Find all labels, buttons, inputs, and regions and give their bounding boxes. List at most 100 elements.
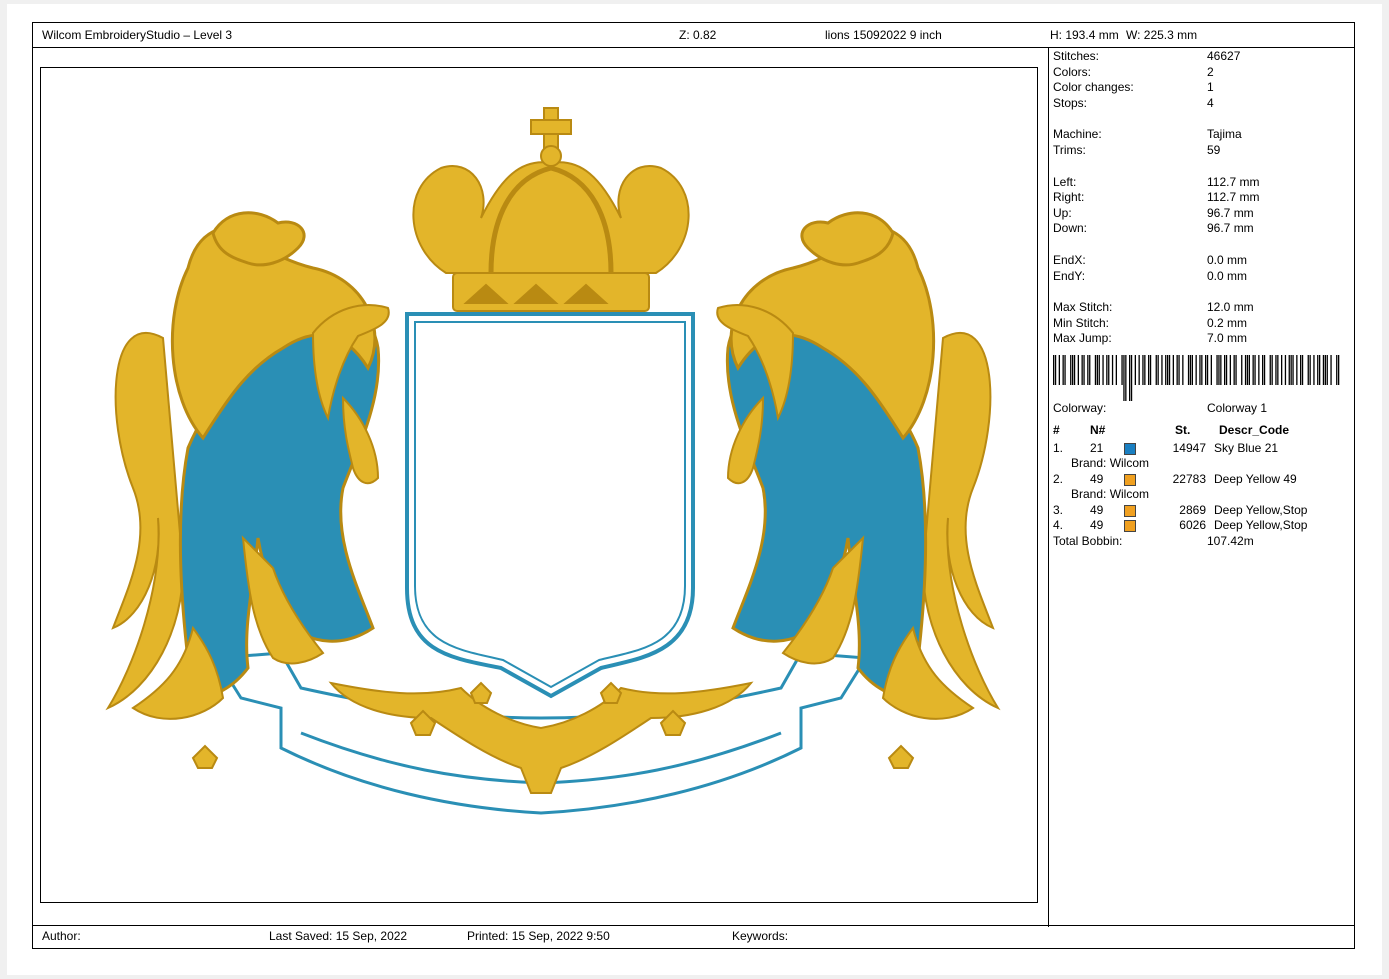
stat-label: Machine: xyxy=(1053,127,1102,142)
color-swatch xyxy=(1124,504,1136,517)
stat-row: Color changes: 1 xyxy=(1053,80,1353,96)
stat-value: 7.0 mm xyxy=(1207,331,1248,346)
stat-row: Min Stitch: 0.2 mm xyxy=(1053,316,1353,332)
stat-label: Trims: xyxy=(1053,142,1086,157)
report-footer: Author: Last Saved: 15 Sep, 2022 Printed… xyxy=(33,925,1354,948)
color-description: Deep Yellow 49 xyxy=(1214,471,1297,486)
stat-label: EndX: xyxy=(1053,252,1086,267)
author-field: Author: xyxy=(42,929,81,943)
stitch-count: 2869 xyxy=(1179,502,1206,517)
stat-value: 96.7 mm xyxy=(1207,221,1254,236)
stat-value: 112.7 mm xyxy=(1207,174,1260,189)
stat-row: Right: 112.7 mm xyxy=(1053,190,1353,206)
color-swatch xyxy=(1124,442,1136,455)
design-name: lions 15092022 9 inch xyxy=(825,28,942,42)
stat-row: EndY: 0.0 mm xyxy=(1053,269,1353,285)
report-header: Wilcom EmbroideryStudio – Level 3 Z: 0.8… xyxy=(33,23,1354,48)
design-info-panel: Stitches: 46627 Colors: 2 Color changes: 1 Sto… xyxy=(1053,49,1353,550)
stat-value: Tajima xyxy=(1207,127,1242,142)
brand-label: Brand: Wilcom xyxy=(1071,456,1150,471)
last-saved: Last Saved: 15 Sep, 2022 xyxy=(269,929,408,943)
brand-row: Brand: Wilcom xyxy=(1053,456,1353,472)
stat-row: Left: 112.7 mm xyxy=(1053,175,1353,191)
print-preview-sheet: Wilcom EmbroideryStudio – Level 3 Z: 0.8… xyxy=(7,4,1382,975)
stat-value: 59 xyxy=(1207,142,1221,157)
barcode xyxy=(1053,354,1353,401)
stat-row: Trims: 59 xyxy=(1053,143,1353,159)
stat-row: Down: 96.7 mm xyxy=(1053,221,1353,237)
stat-row: Stops: 4 xyxy=(1053,96,1353,112)
stat-row: Colors: 2 xyxy=(1053,65,1353,81)
color-index: 3. xyxy=(1053,502,1064,517)
color-table: # N# St. Descr_Code 1. 21 14947 Sky Blue 21… xyxy=(1053,423,1353,550)
needle-number: 49 xyxy=(1090,502,1104,517)
stat-value: 12.0 mm xyxy=(1207,300,1254,315)
colorway-label: Colorway: xyxy=(1053,400,1107,415)
color-description: Sky Blue 21 xyxy=(1214,440,1279,455)
stat-value: 46627 xyxy=(1207,49,1241,63)
color-swatch xyxy=(1124,473,1136,486)
design-preview xyxy=(40,67,1038,903)
color-description: Deep Yellow,Stop xyxy=(1214,518,1308,533)
col-descr: Descr_Code xyxy=(1219,422,1290,437)
stat-row: Machine: Tajima xyxy=(1053,127,1353,143)
column-divider xyxy=(1048,47,1049,927)
stat-value: 112.7 mm xyxy=(1207,190,1260,205)
stat-row: Stitches: 46627 xyxy=(1053,49,1353,65)
stat-value: 0.0 mm xyxy=(1207,252,1248,267)
stat-label: Stops: xyxy=(1053,95,1088,110)
printed-date: Printed: 15 Sep, 2022 9:50 xyxy=(467,929,610,943)
stat-value: 2 xyxy=(1207,64,1214,79)
stat-label: Color changes: xyxy=(1053,80,1134,95)
color-index: 2. xyxy=(1053,471,1064,486)
color-row: 4. 49 6026 Deep Yellow,Stop xyxy=(1053,518,1353,534)
colorway-value: Colorway 1 xyxy=(1207,400,1268,415)
stat-value: 4 xyxy=(1207,95,1214,110)
stat-label: Max Stitch: xyxy=(1053,300,1113,315)
color-swatch xyxy=(1124,520,1136,533)
color-index: 4. xyxy=(1053,518,1064,533)
stat-label: Up: xyxy=(1053,205,1072,220)
stat-value: 1 xyxy=(1207,80,1214,95)
zoom-readout: Z: 0.82 xyxy=(679,28,717,42)
col-stitches: St. xyxy=(1175,422,1191,437)
keywords-field: Keywords: xyxy=(732,929,789,943)
color-row: 3. 49 2869 Deep Yellow,Stop xyxy=(1053,503,1353,519)
needle-number: 49 xyxy=(1090,471,1104,486)
needle-number: 21 xyxy=(1090,440,1104,455)
col-index: # xyxy=(1053,422,1060,437)
stat-label: Stitches: xyxy=(1053,49,1100,63)
stat-label: EndY: xyxy=(1053,268,1086,283)
stat-value: 0.0 mm xyxy=(1207,268,1248,283)
coat-of-arms-embroidery xyxy=(106,107,1000,815)
brand-row: Brand: Wilcom xyxy=(1053,487,1353,503)
app-title: Wilcom EmbroideryStudio – Level 3 xyxy=(42,28,233,42)
stitch-count: 6026 xyxy=(1179,518,1206,533)
stat-label: Left: xyxy=(1053,174,1077,189)
stat-label: Colors: xyxy=(1053,64,1092,79)
design-height: H: 193.4 mm xyxy=(1050,28,1119,42)
color-description: Deep Yellow,Stop xyxy=(1214,502,1308,517)
stat-label: Max Jump: xyxy=(1053,331,1112,346)
color-table-header: # N# St. Descr_Code xyxy=(1053,423,1353,441)
brand-label: Brand: Wilcom xyxy=(1071,487,1150,502)
stat-value: 0.2 mm xyxy=(1207,315,1248,330)
total-bobbin-row: Total Bobbin: 107.42m xyxy=(1053,534,1353,550)
color-row: 1. 21 14947 Sky Blue 21 xyxy=(1053,441,1353,457)
stat-row: Max Jump: 7.0 mm xyxy=(1053,331,1353,347)
colorway-row: Colorway: Colorway 1 xyxy=(1053,401,1353,417)
stat-label: Right: xyxy=(1053,190,1085,205)
stat-row: Up: 96.7 mm xyxy=(1053,206,1353,222)
color-row: 2. 49 22783 Deep Yellow 49 xyxy=(1053,472,1353,488)
total-bobbin-value: 107.42m xyxy=(1207,534,1254,549)
design-width: W: 225.3 mm xyxy=(1126,28,1198,42)
crown xyxy=(412,107,690,312)
total-bobbin-label: Total Bobbin: xyxy=(1053,534,1123,549)
stat-value: 96.7 mm xyxy=(1207,205,1254,220)
color-index: 1. xyxy=(1053,440,1064,455)
stat-label: Min Stitch: xyxy=(1053,315,1110,330)
stat-row: Max Stitch: 12.0 mm xyxy=(1053,300,1353,316)
col-needle: N# xyxy=(1090,422,1106,437)
stat-row: EndX: 0.0 mm xyxy=(1053,253,1353,269)
report-frame: Wilcom EmbroideryStudio – Level 3 Z: 0.8… xyxy=(32,22,1355,949)
